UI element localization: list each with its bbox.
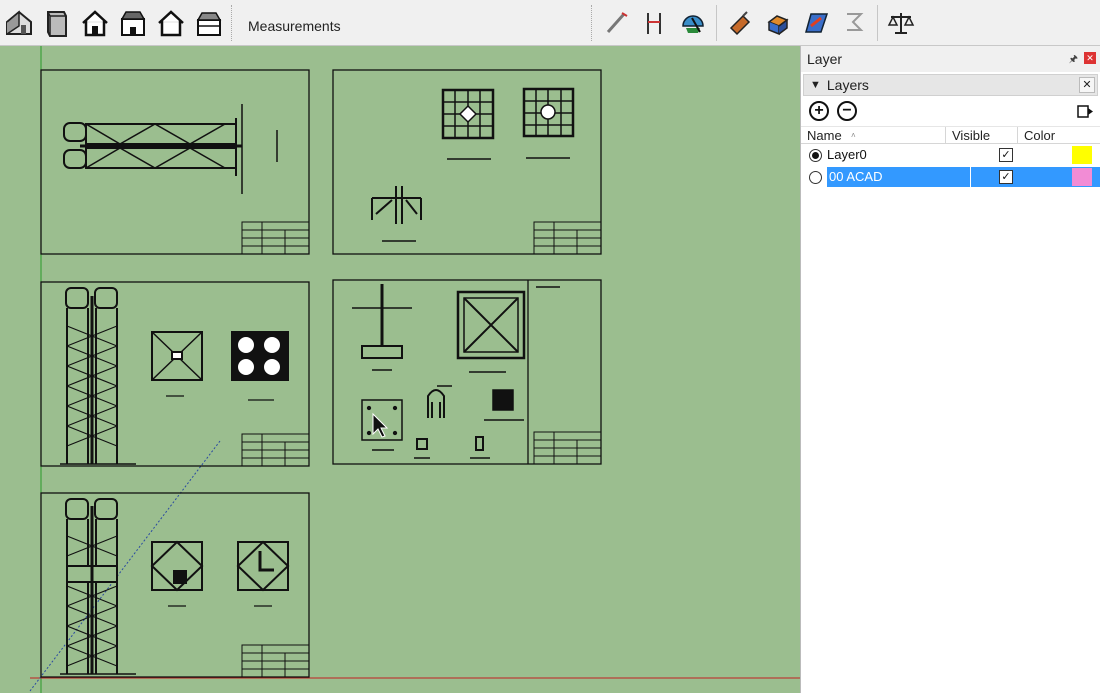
pin-icon[interactable]: 🖈: [1069, 52, 1078, 69]
title-block: [241, 644, 310, 678]
toolbar-separator: [716, 4, 717, 41]
grid-plan-drawing: [371, 87, 575, 242]
push-pull-icon: [767, 14, 789, 35]
paint-bucket-icon: [729, 10, 751, 35]
push-pull-button[interactable]: [759, 3, 797, 43]
protractor-icon: [682, 14, 704, 33]
front-view-button[interactable]: [76, 3, 114, 43]
layer-visible-checkbox[interactable]: ✓: [999, 170, 1013, 184]
back-view-icon: [196, 11, 222, 36]
plus-icon: +: [814, 102, 824, 119]
model-scene: [29, 46, 800, 693]
offset-icon: [847, 12, 864, 31]
iso-view-button[interactable]: [0, 3, 38, 43]
close-section-button[interactable]: ✕: [1079, 77, 1095, 93]
tower-elevation-drawing-2: [60, 498, 290, 675]
delete-layer-button[interactable]: −: [837, 101, 857, 121]
layers-section-header[interactable]: ▼ Layers ✕: [803, 74, 1098, 96]
scale-icon: [887, 12, 915, 34]
layer-panel: Layer 🖈 ✕ ▼ Layers ✕ + − Name ˄ Visible C…: [800, 46, 1100, 693]
layer-tools: + −: [801, 96, 1100, 126]
column-visible[interactable]: Visible: [946, 127, 1018, 143]
side-view-icon: [158, 9, 184, 36]
tape-measure-button[interactable]: [598, 3, 636, 43]
follow-me-icon: [805, 12, 829, 33]
layer-name[interactable]: 00 ACAD: [827, 167, 970, 187]
top-view-icon: [120, 10, 146, 36]
close-panel-button[interactable]: ✕: [1084, 52, 1096, 64]
door-view-button[interactable]: [38, 3, 76, 43]
front-view-icon: [82, 9, 108, 36]
dimension-button[interactable]: [636, 3, 674, 43]
title-block: [533, 221, 602, 255]
panel-title: Layer: [807, 51, 843, 67]
toolbar-grip[interactable]: [591, 4, 595, 41]
tape-measure-icon: [606, 11, 628, 33]
protractor-button[interactable]: [674, 3, 712, 43]
layer-row[interactable]: 00 ACAD ✓: [801, 166, 1100, 188]
active-layer-radio[interactable]: [809, 170, 822, 184]
iso-house-icon: [6, 9, 32, 35]
layer-color-swatch[interactable]: [1072, 146, 1092, 164]
cursor-arrow-icon: [372, 412, 389, 438]
column-color[interactable]: Color: [1018, 127, 1098, 143]
paint-bucket-button[interactable]: [721, 3, 759, 43]
title-block: [533, 431, 602, 465]
collapse-triangle-icon[interactable]: ▼: [810, 79, 821, 91]
top-view-button[interactable]: [114, 3, 152, 43]
drawing-viewport[interactable]: [0, 46, 800, 693]
layer-name[interactable]: Layer0: [827, 145, 970, 165]
title-block: [241, 221, 310, 255]
active-layer-radio[interactable]: [809, 148, 822, 162]
layer-row[interactable]: Layer0 ✓: [801, 144, 1100, 166]
detail-sheet-drawing: [352, 284, 560, 459]
layers-column-header: Name ˄ Visible Color: [801, 126, 1100, 144]
add-layer-button[interactable]: +: [809, 101, 829, 121]
measurements-box[interactable]: Measurements: [238, 3, 588, 43]
tower-horizontal-drawing: [63, 104, 278, 194]
toolbar-separator: [877, 4, 878, 41]
sheet-frame: [40, 69, 310, 255]
tower-elevation-drawing: [60, 287, 289, 465]
door-icon: [47, 10, 67, 37]
side-view-button[interactable]: [152, 3, 190, 43]
sketchup-window: Measurements Layer 🖈 ✕ ▼ Layers ✕ + − Na…: [0, 0, 1100, 693]
scale-button[interactable]: [882, 3, 920, 43]
layers-section-title: Layers: [826, 77, 869, 93]
follow-me-button[interactable]: [797, 3, 835, 43]
minus-icon: −: [842, 102, 852, 119]
panel-titlebar: Layer 🖈 ✕: [801, 46, 1100, 72]
offset-button[interactable]: [835, 3, 873, 43]
layer-visible-checkbox[interactable]: ✓: [999, 148, 1013, 162]
main-toolbar: Measurements: [0, 0, 1100, 46]
layer-color-swatch[interactable]: [1072, 168, 1092, 186]
details-menu-icon[interactable]: [1076, 102, 1094, 120]
dimension-icon: [647, 12, 661, 34]
title-block: [241, 433, 310, 467]
column-name[interactable]: Name ˄: [801, 127, 946, 143]
sort-arrow-icon: ˄: [851, 131, 856, 140]
toolbar-grip[interactable]: [231, 4, 235, 41]
blue-axis: [29, 440, 221, 692]
back-view-button[interactable]: [190, 3, 228, 43]
